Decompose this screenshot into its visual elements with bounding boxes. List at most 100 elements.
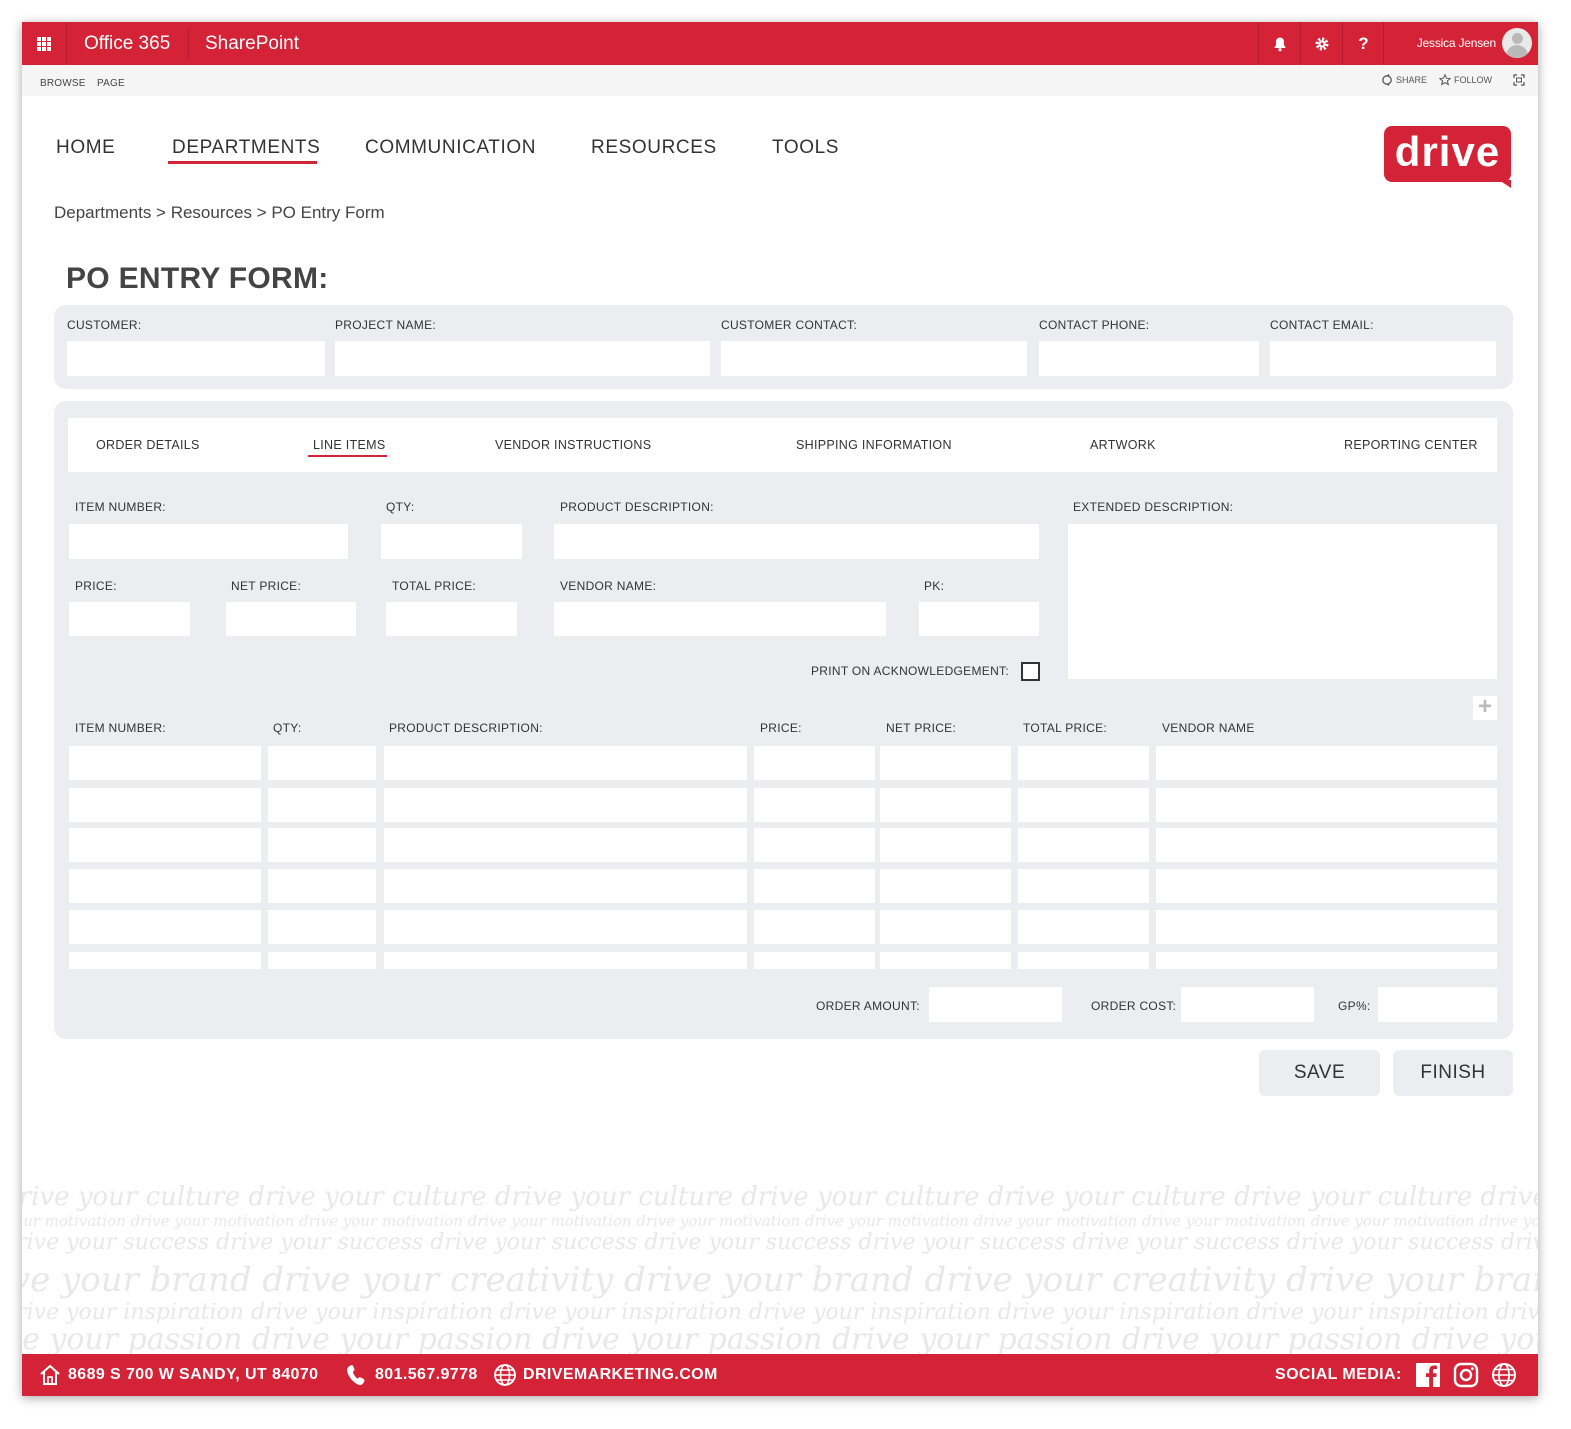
- table-cell-net-price[interactable]: [880, 952, 1011, 969]
- user-menu[interactable]: Jessica Jensen: [1383, 22, 1538, 65]
- table-cell-total-price[interactable]: [1018, 788, 1149, 822]
- table-cell-item-number[interactable]: [69, 910, 261, 944]
- settings-button[interactable]: [1300, 22, 1342, 65]
- active-tab-indicator: [308, 455, 387, 457]
- nav-departments[interactable]: DEPARTMENTS: [172, 137, 320, 159]
- gp-field[interactable]: [1378, 987, 1497, 1022]
- table-cell-vendor-name[interactable]: [1156, 828, 1497, 862]
- table-cell-total-price[interactable]: [1018, 746, 1149, 780]
- ribbon-tab-browse[interactable]: BROWSE: [40, 65, 86, 102]
- nav-tools[interactable]: TOOLS: [772, 137, 839, 159]
- table-cell-product-description[interactable]: [384, 828, 747, 862]
- table-cell-net-price[interactable]: [880, 788, 1011, 822]
- ribbon-tab-page[interactable]: PAGE: [97, 65, 125, 102]
- table-cell-vendor-name[interactable]: [1156, 869, 1497, 903]
- table-cell-price[interactable]: [754, 788, 875, 822]
- table-cell-price[interactable]: [754, 869, 875, 903]
- tab-vendor-instructions[interactable]: VENDOR INSTRUCTIONS: [495, 418, 651, 472]
- table-cell-price[interactable]: [754, 910, 875, 944]
- qty-field[interactable]: [381, 524, 522, 559]
- watermark-row: drive your culture drive your culture dr…: [22, 1182, 1538, 1212]
- price-field[interactable]: [69, 602, 190, 636]
- user-name: Jessica Jensen: [1416, 36, 1496, 50]
- instagram-link[interactable]: [1452, 1361, 1480, 1389]
- project-name-field[interactable]: [335, 341, 710, 376]
- table-cell-total-price[interactable]: [1018, 869, 1149, 903]
- table-cell-net-price[interactable]: [880, 910, 1011, 944]
- net-price-field[interactable]: [226, 602, 356, 636]
- table-cell-qty[interactable]: [268, 828, 376, 862]
- table-cell-net-price[interactable]: [880, 869, 1011, 903]
- table-cell-total-price[interactable]: [1018, 910, 1149, 944]
- customer-field[interactable]: [67, 341, 325, 376]
- table-cell-qty[interactable]: [268, 910, 376, 944]
- table-cell-item-number[interactable]: [69, 788, 261, 822]
- pk-field[interactable]: [919, 602, 1039, 636]
- table-cell-product-description[interactable]: [384, 952, 747, 969]
- sharepoint-link[interactable]: SharePoint: [205, 22, 299, 65]
- add-line-button[interactable]: +: [1473, 695, 1497, 720]
- table-cell-vendor-name[interactable]: [1156, 788, 1497, 822]
- contact-email-field[interactable]: [1270, 341, 1496, 376]
- order-amount-field[interactable]: [929, 987, 1062, 1022]
- watermark-row: drive your motivation drive your motivat…: [22, 1212, 1538, 1230]
- vendor-name-field[interactable]: [554, 602, 886, 636]
- share-button[interactable]: SHARE: [1381, 74, 1427, 86]
- product-description-field[interactable]: [554, 524, 1039, 559]
- extended-description-textarea[interactable]: [1068, 524, 1497, 679]
- table-cell-vendor-name[interactable]: [1156, 952, 1497, 969]
- nav-active-indicator: [168, 161, 317, 164]
- contact-phone-field[interactable]: [1039, 341, 1259, 376]
- print-ack-checkbox[interactable]: [1021, 662, 1040, 681]
- table-cell-price[interactable]: [754, 828, 875, 862]
- table-cell-price[interactable]: [754, 952, 875, 969]
- drive-logo[interactable]: drive: [1384, 126, 1511, 188]
- tab-shipping-information[interactable]: SHIPPING INFORMATION: [796, 418, 952, 472]
- print-ack-label: PRINT ON ACKNOWLEDGEMENT:: [811, 664, 1009, 678]
- table-cell-vendor-name[interactable]: [1156, 746, 1497, 780]
- table-cell-price[interactable]: [754, 746, 875, 780]
- table-cell-product-description[interactable]: [384, 788, 747, 822]
- table-cell-product-description[interactable]: [384, 910, 747, 944]
- help-button[interactable]: ?: [1342, 22, 1384, 65]
- table-cell-qty[interactable]: [268, 746, 376, 780]
- table-cell-item-number[interactable]: [69, 746, 261, 780]
- table-cell-total-price[interactable]: [1018, 828, 1149, 862]
- table-cell-net-price[interactable]: [880, 746, 1011, 780]
- nav-home[interactable]: HOME: [56, 137, 115, 159]
- total-price-field[interactable]: [386, 602, 517, 636]
- nav-communication[interactable]: COMMUNICATION: [365, 137, 536, 159]
- tab-line-items[interactable]: LINE ITEMS: [313, 418, 385, 472]
- table-cell-qty[interactable]: [268, 869, 376, 903]
- office365-link[interactable]: Office 365: [84, 22, 170, 65]
- table-cell-item-number[interactable]: [69, 828, 261, 862]
- website-globe-link[interactable]: [1490, 1361, 1518, 1389]
- notifications-button[interactable]: [1258, 22, 1300, 65]
- table-cell-product-description[interactable]: [384, 869, 747, 903]
- app-launcher-button[interactable]: [22, 22, 67, 65]
- tab-reporting-center[interactable]: REPORTING CENTER: [1344, 418, 1478, 472]
- save-button[interactable]: SAVE: [1259, 1050, 1380, 1096]
- table-cell-product-description[interactable]: [384, 746, 747, 780]
- footer-bar: 8689 S 700 W SANDY, UT 84070 801.567.977…: [22, 1354, 1538, 1396]
- focus-content-button[interactable]: [1513, 74, 1525, 86]
- table-cell-qty[interactable]: [268, 788, 376, 822]
- table-cell-item-number[interactable]: [69, 869, 261, 903]
- nav-resources[interactable]: RESOURCES: [591, 137, 717, 159]
- table-cell-qty[interactable]: [268, 952, 376, 969]
- customer-contact-field[interactable]: [721, 341, 1027, 376]
- footer-website[interactable]: DRIVEMARKETING.COM: [493, 1354, 718, 1396]
- order-cost-field[interactable]: [1181, 987, 1314, 1022]
- table-cell-total-price[interactable]: [1018, 952, 1149, 969]
- pk-label: PK:: [924, 579, 945, 593]
- footer-phone[interactable]: 801.567.9778: [345, 1354, 478, 1396]
- item-number-field[interactable]: [69, 524, 348, 559]
- tab-order-details[interactable]: ORDER DETAILS: [96, 418, 200, 472]
- facebook-link[interactable]: [1414, 1361, 1442, 1389]
- table-cell-net-price[interactable]: [880, 828, 1011, 862]
- tab-artwork[interactable]: ARTWORK: [1090, 418, 1156, 472]
- follow-button[interactable]: FOLLOW: [1439, 74, 1492, 86]
- finish-button[interactable]: FINISH: [1393, 1050, 1513, 1096]
- table-cell-vendor-name[interactable]: [1156, 910, 1497, 944]
- table-cell-item-number[interactable]: [69, 952, 261, 969]
